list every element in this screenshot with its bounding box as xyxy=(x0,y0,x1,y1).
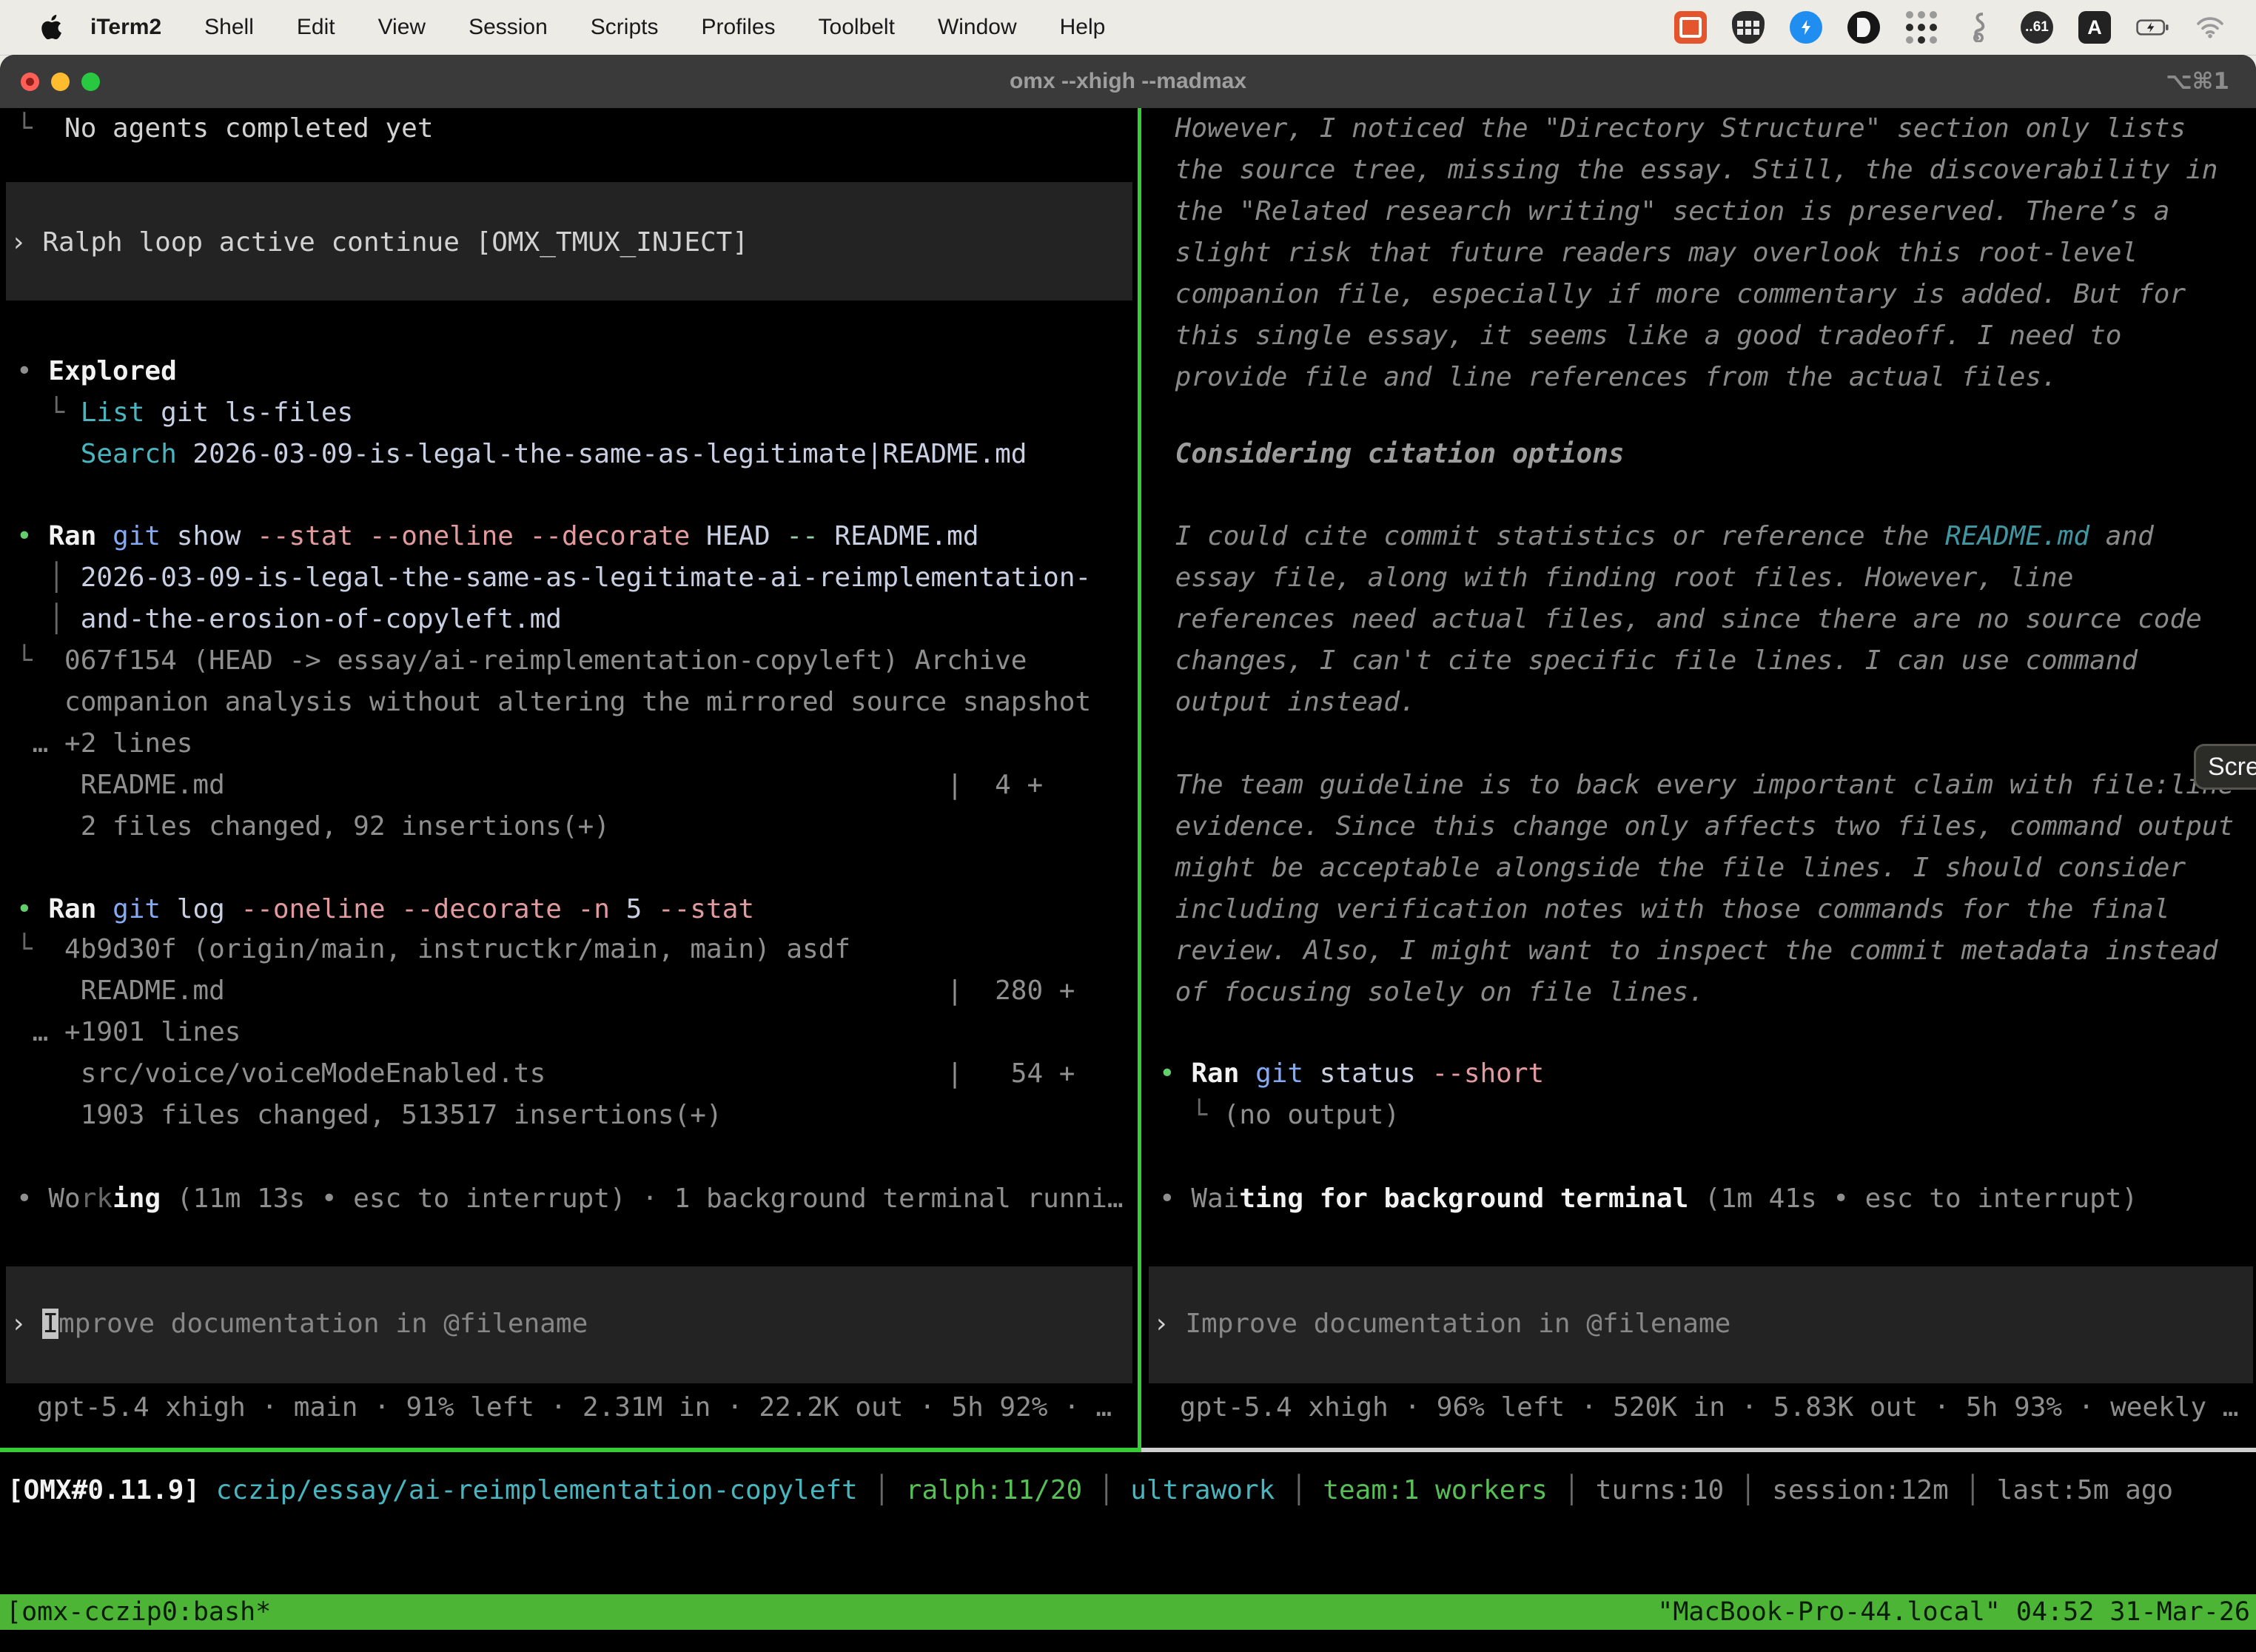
tmux-status-bar: [omx-cczip0:bash* "MacBook-Pro-44.local"… xyxy=(0,1594,2256,1630)
iterm-window: omx --xhigh --madmax ⌥⌘1 └ No agents com… xyxy=(0,55,2256,1652)
terminal-line: └ No agents completed yet xyxy=(16,108,434,150)
menubar-item-edit[interactable]: Edit xyxy=(297,15,335,40)
terminal-line: 2 files changed, 92 insertions(+) xyxy=(16,806,610,847)
terminal-line: output instead. xyxy=(1159,682,1416,723)
shield-grid-icon[interactable] xyxy=(1732,11,1765,44)
menubar-item-toolbelt[interactable]: Toolbelt xyxy=(819,15,895,40)
hook-icon[interactable] xyxy=(1963,11,1995,44)
terminal-line: • Ran git show --stat --oneline --decora… xyxy=(16,516,979,557)
menubar-item-iterm2[interactable]: iTerm2 xyxy=(90,15,161,40)
terminal-line: The team guideline is to back every impo… xyxy=(1159,765,2234,806)
terminal-line: the source tree, missing the essay. Stil… xyxy=(1159,150,2218,191)
left-prompt-text: › Improve documentation in @filename xyxy=(10,1303,588,1345)
window-titlebar: omx --xhigh --madmax ⌥⌘1 xyxy=(0,55,2256,108)
ralph-inject-line: › Ralph loop active continue [OMX_TMUX_I… xyxy=(10,222,748,263)
input-source-icon[interactable]: A xyxy=(2078,11,2111,44)
terminal-line: … +2 lines xyxy=(16,723,192,765)
terminal-line: of focusing solely on file lines. xyxy=(1159,972,1705,1013)
omx-status-area: [OMX#0.11.9] cczip/essay/ai-reimplementa… xyxy=(0,1470,2256,1511)
pane-divider[interactable] xyxy=(1138,108,1141,1448)
terminal-line: companion analysis without altering the … xyxy=(16,682,1091,723)
messenger-bolt-icon[interactable] xyxy=(1790,11,1822,44)
menubar-item-view[interactable]: View xyxy=(378,15,426,40)
wifi-icon[interactable] xyxy=(2194,11,2226,44)
badge-61-icon[interactable]: ..61 xyxy=(2021,11,2053,44)
screen-overlay-label: Scre xyxy=(2208,753,2256,782)
terminal-line: • Explored xyxy=(16,351,177,392)
left-session-stats: gpt-5.4 xhigh · main · 91% left · 2.31M … xyxy=(37,1387,1112,1428)
apple-icon[interactable] xyxy=(40,14,62,41)
omx-status-line: [OMX#0.11.9] cczip/essay/ai-reimplementa… xyxy=(7,1470,2173,1511)
terminal-line: 1903 files changed, 513517 insertions(+) xyxy=(16,1095,722,1136)
terminal-line: the "Related research writing" section i… xyxy=(1159,191,2169,232)
terminal-line: provide file and line references from th… xyxy=(1159,357,2058,398)
terminal-line: └ List git ls-files xyxy=(16,392,353,434)
terminal-line: I could cite commit statistics or refere… xyxy=(1159,516,2154,557)
terminal-line: review. Also, I might want to inspect th… xyxy=(1159,930,2218,972)
status-tray: ..61 A xyxy=(1674,11,2226,44)
dark-circle-icon[interactable] xyxy=(1847,11,1880,44)
menubar-item-shell[interactable]: Shell xyxy=(204,15,254,40)
pane-bottom-border-inactive xyxy=(1141,1448,2256,1452)
tmux-host-clock-label: "MacBook-Pro-44.local" 04:52 31-Mar-26 xyxy=(1657,1597,2250,1627)
right-prompt-text: › Improve documentation in @filename xyxy=(1153,1303,1730,1345)
terminal-line: might be acceptable alongside the file l… xyxy=(1159,847,2186,889)
chat-app-icon[interactable] xyxy=(1674,11,1707,44)
pane-bottom-border-active xyxy=(0,1448,1141,1452)
menubar-item-profiles[interactable]: Profiles xyxy=(701,15,775,40)
terminal-line: README.md | 280 + xyxy=(16,970,1075,1012)
terminal-line: src/voice/voiceModeEnabled.ts | 54 + xyxy=(16,1053,1075,1095)
terminal-line: • Ran git log --oneline --decorate -n 5 … xyxy=(16,889,754,930)
terminal-line: However, I noticed the "Directory Struct… xyxy=(1159,108,2186,150)
terminal-line: this single essay, it seems like a good … xyxy=(1159,315,2121,357)
terminal-line: README.md | 4 + xyxy=(16,765,1043,806)
terminal-line: │ and-the-erosion-of-copyleft.md xyxy=(16,599,562,640)
right-session-stats: gpt-5.4 xhigh · 96% left · 520K in · 5.8… xyxy=(1180,1387,2238,1428)
terminal-content: └ No agents completed yet › Ralph loop ac… xyxy=(0,108,2256,1652)
terminal-line: companion file, especially if more comme… xyxy=(1159,274,2186,315)
menu-bar: iTerm2 Shell Edit View Session Scripts Profile… xyxy=(0,0,2256,56)
terminal-line: essay file, along with finding root file… xyxy=(1159,557,2073,599)
tmux-session-label[interactable]: [omx-cczip0:bash* xyxy=(6,1597,271,1627)
terminal-line: references need actual files, and since … xyxy=(1159,599,2202,640)
terminal-line: │ 2026-03-09-is-legal-the-same-as-legiti… xyxy=(16,557,1091,599)
terminal-line: └ (no output) xyxy=(1159,1095,1400,1136)
menubar-item-window[interactable]: Window xyxy=(938,15,1017,40)
left-terminal-pane[interactable]: └ No agents completed yet › Ralph loop ac… xyxy=(0,108,1137,1448)
menubar-item-scripts[interactable]: Scripts xyxy=(591,15,659,40)
terminal-line: Search 2026-03-09-is-legal-the-same-as-l… xyxy=(16,434,1027,475)
tab-shortcut-label: ⌥⌘1 xyxy=(2166,68,2229,95)
window-title: omx --xhigh --madmax xyxy=(0,69,2256,94)
grid-dots-icon[interactable] xyxy=(1905,11,1938,44)
thinking-heading: Considering citation options xyxy=(1159,434,1625,475)
waiting-status-line: • Waiting for background terminal (1m 41… xyxy=(1159,1178,2138,1220)
working-status-line: • Working (11m 13s • esc to interrupt) ·… xyxy=(16,1178,1124,1220)
terminal-line: └ 067f154 (HEAD -> essay/ai-reimplementa… xyxy=(16,640,1027,682)
battery-icon[interactable] xyxy=(2136,11,2169,44)
menubar-item-help[interactable]: Help xyxy=(1060,15,1106,40)
terminal-line: slight risk that future readers may over… xyxy=(1159,232,2138,274)
terminal-line: including verification notes with those … xyxy=(1159,889,2169,930)
screen-overlay-badge[interactable]: Scre xyxy=(2194,744,2256,790)
terminal-line: evidence. Since this change only affects… xyxy=(1159,806,2234,847)
terminal-line: … +1901 lines xyxy=(16,1012,241,1053)
terminal-line: changes, I can't cite specific file line… xyxy=(1159,640,2138,682)
menubar-item-session[interactable]: Session xyxy=(469,15,548,40)
terminal-line: • Ran git status --short xyxy=(1159,1053,1544,1095)
terminal-line: └ 4b9d30f (origin/main, instructkr/main,… xyxy=(16,929,850,970)
menu-items: iTerm2 Shell Edit View Session Scripts Profile… xyxy=(90,15,1105,40)
right-terminal-pane[interactable]: However, I noticed the "Directory Struct… xyxy=(1143,108,2256,1448)
